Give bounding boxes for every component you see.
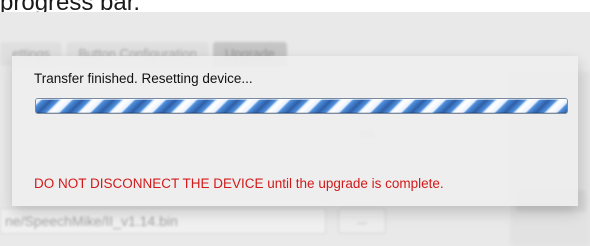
warning-text: DO NOT DISCONNECT THE DEVICE until the u… <box>34 176 444 191</box>
browse-button: ... <box>338 208 386 234</box>
upgrade-progress-sheet: Transfer finished. Resetting device... D… <box>12 56 578 206</box>
progress-bar-fill <box>36 99 567 113</box>
status-text: Transfer finished. Resetting device... <box>34 71 253 86</box>
firmware-file-path-field: ne/SpeechMike/II_v1.14.bin <box>0 208 326 234</box>
progress-bar <box>35 98 568 114</box>
app-window: ettings Button Configuration Upgrade 0% … <box>0 12 590 246</box>
